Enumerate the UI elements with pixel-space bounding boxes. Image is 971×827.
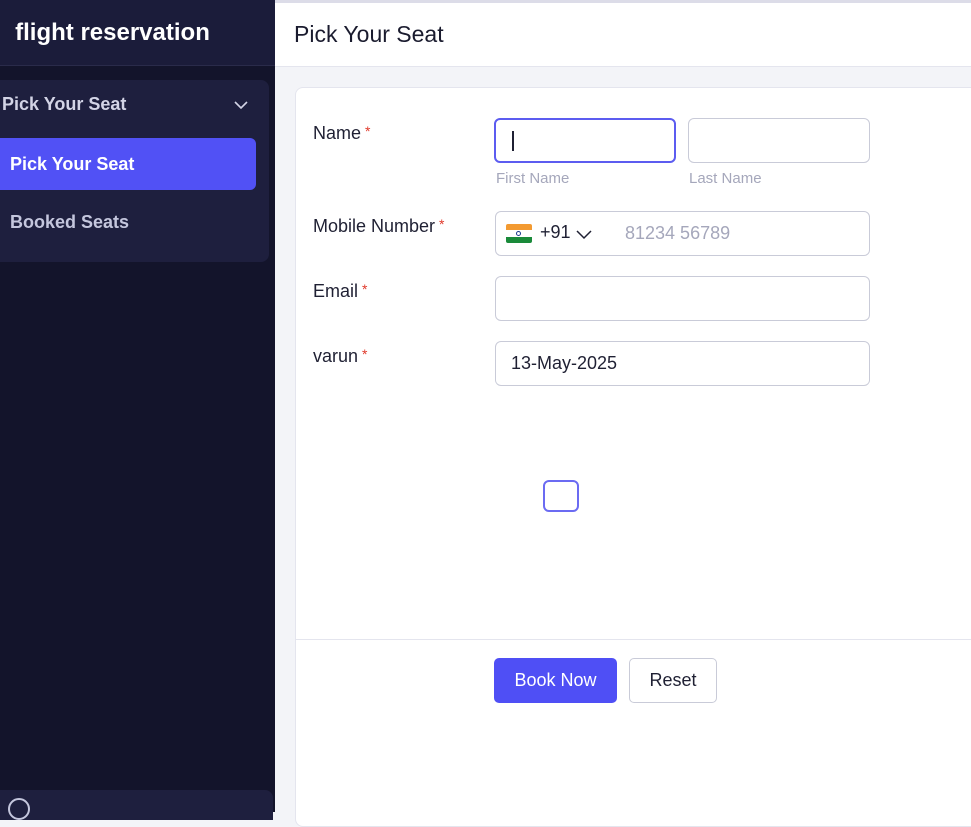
page-title: Pick Your Seat bbox=[294, 21, 444, 47]
date-label: varun * bbox=[313, 346, 367, 367]
sidebar-item-pick-your-seat[interactable]: Pick Your Seat bbox=[0, 138, 256, 190]
date-input[interactable] bbox=[495, 341, 870, 386]
country-code[interactable]: +91 bbox=[540, 222, 571, 243]
text-caret bbox=[512, 131, 514, 151]
mobile-number-input[interactable] bbox=[610, 212, 860, 255]
name-label: Name * bbox=[313, 123, 370, 144]
checkbox[interactable] bbox=[543, 480, 579, 512]
page-header: Pick Your Seat bbox=[275, 0, 971, 67]
user-avatar-icon[interactable] bbox=[8, 798, 30, 820]
mobile-label-text: Mobile Number bbox=[313, 216, 436, 236]
required-mark: * bbox=[362, 281, 368, 297]
email-label-text: Email bbox=[313, 281, 359, 301]
chevron-down-icon bbox=[234, 101, 248, 110]
sidebar-footer bbox=[0, 790, 273, 820]
required-mark: * bbox=[365, 123, 371, 139]
sidebar-item-booked-seats[interactable]: Booked Seats bbox=[0, 196, 256, 248]
menu-group-toggle[interactable]: Pick Your Seat bbox=[2, 80, 264, 128]
mobile-label: Mobile Number * bbox=[313, 216, 445, 237]
app-title: flight reservation bbox=[15, 18, 210, 46]
menu-group: Pick Your Seat Pick Your Seat Booked Sea… bbox=[0, 80, 269, 262]
book-now-button[interactable]: Book Now bbox=[494, 658, 617, 703]
required-mark: * bbox=[362, 346, 368, 362]
chevron-down-icon[interactable] bbox=[576, 228, 592, 240]
first-name-input[interactable] bbox=[494, 118, 676, 163]
mobile-number-field: +91 bbox=[495, 211, 870, 256]
date-label-text: varun bbox=[313, 346, 359, 366]
divider bbox=[296, 639, 971, 640]
last-name-hint: Last Name bbox=[689, 170, 762, 187]
sidebar-item-label: Booked Seats bbox=[10, 211, 130, 232]
first-name-hint: First Name bbox=[496, 170, 570, 187]
name-label-text: Name bbox=[313, 123, 362, 143]
india-flag-icon[interactable] bbox=[506, 224, 532, 243]
reset-button[interactable]: Reset bbox=[629, 658, 717, 703]
booking-form: Name * First Name Last Name Mobile Number… bbox=[295, 87, 971, 827]
sidebar-header: flight reservation bbox=[0, 0, 275, 66]
email-input[interactable] bbox=[495, 276, 870, 321]
sidebar-item-label: Pick Your Seat bbox=[10, 153, 135, 174]
last-name-input[interactable] bbox=[688, 118, 870, 163]
email-label: Email * bbox=[313, 281, 367, 302]
sidebar: flight reservation Pick Your Seat Pick Y… bbox=[0, 0, 275, 820]
menu-group-label: Pick Your Seat bbox=[2, 93, 127, 114]
required-mark: * bbox=[439, 216, 445, 232]
